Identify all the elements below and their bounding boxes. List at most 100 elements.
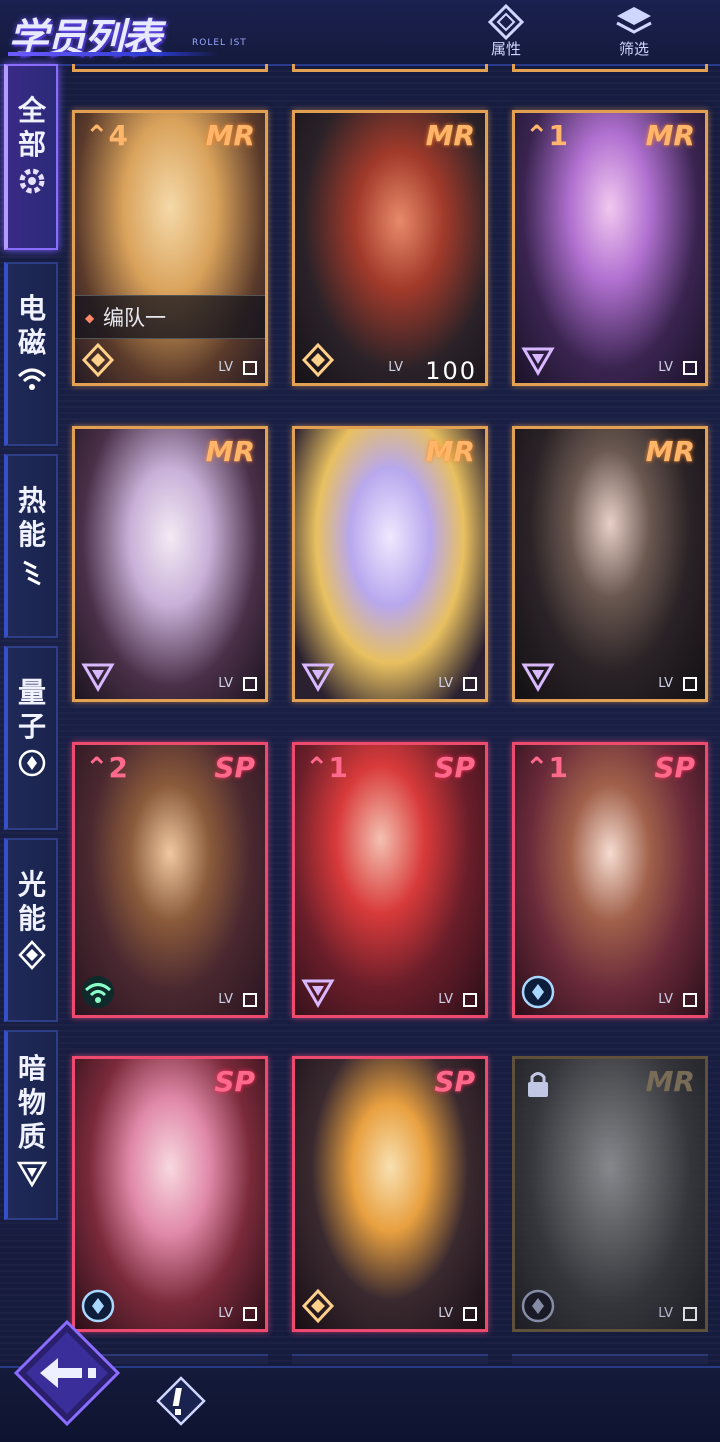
card-partial-top bbox=[72, 64, 268, 72]
select-checkbox[interactable] bbox=[683, 1307, 697, 1321]
level-label: LV bbox=[658, 1306, 673, 1321]
attributes-button[interactable]: 属性 bbox=[466, 0, 546, 64]
student-card[interactable]: MR LV bbox=[72, 426, 268, 702]
rarity-badge: SP bbox=[214, 751, 255, 784]
light-diamond-icon bbox=[81, 343, 115, 377]
rarity-badge: MR bbox=[645, 119, 695, 152]
wifi-icon bbox=[82, 976, 114, 1008]
select-checkbox[interactable] bbox=[463, 993, 477, 1007]
dark-triangle-icon bbox=[301, 663, 335, 692]
sidebar-tab-thermal[interactable]: 热能 bbox=[4, 454, 58, 638]
rarity-badge: MR bbox=[645, 435, 695, 468]
filter-label: 筛选 bbox=[618, 40, 649, 58]
sidebar-tab-light[interactable]: 光能 bbox=[4, 838, 58, 1022]
sidebar-tab-electromagnetic[interactable]: 电磁 bbox=[4, 262, 58, 446]
attributes-label: 属性 bbox=[490, 40, 521, 58]
student-card[interactable]: ⌃1 SP LV bbox=[512, 742, 708, 1018]
star-rank: ⌃1 bbox=[305, 751, 348, 784]
star-rank: ⌃2 bbox=[85, 751, 128, 784]
rarity-badge: MR bbox=[425, 119, 475, 152]
light-diamond-icon bbox=[18, 940, 46, 970]
level-value: 100 bbox=[425, 357, 477, 385]
quantum-icon bbox=[521, 975, 555, 1009]
attribute-sidebar: 全部 电磁 热能 量子 光能 暗物质 bbox=[0, 64, 66, 1364]
dark-triangle-icon bbox=[521, 663, 555, 692]
student-card[interactable]: MR LV bbox=[292, 426, 488, 702]
sidebar-tab-label: 光能 bbox=[17, 868, 46, 935]
title-underline bbox=[8, 52, 218, 56]
card-partial-bottom bbox=[512, 1354, 708, 1364]
select-checkbox[interactable] bbox=[243, 993, 257, 1007]
level-label: LV bbox=[218, 992, 233, 1007]
level-label: LV bbox=[388, 360, 403, 375]
dark-triangle-icon bbox=[301, 979, 335, 1008]
student-card[interactable]: ⌃2 SP LV bbox=[72, 742, 268, 1018]
quantum-icon bbox=[18, 749, 46, 777]
dark-triangle-icon bbox=[521, 347, 555, 376]
dark-triangle-icon bbox=[16, 1161, 48, 1188]
student-card[interactable]: ⌃1 SP LV bbox=[292, 742, 488, 1018]
select-checkbox[interactable] bbox=[243, 1307, 257, 1321]
student-card[interactable]: ⌃1 MR LV bbox=[512, 110, 708, 386]
select-checkbox[interactable] bbox=[683, 677, 697, 691]
level-label: LV bbox=[438, 992, 453, 1007]
star-rank: ⌃1 bbox=[525, 119, 568, 152]
sidebar-tab-label: 电磁 bbox=[17, 292, 46, 359]
rarity-badge: MR bbox=[205, 119, 255, 152]
wifi-icon bbox=[17, 368, 47, 390]
select-checkbox[interactable] bbox=[463, 677, 477, 691]
level-label: LV bbox=[218, 1306, 233, 1321]
lock-icon bbox=[528, 1072, 548, 1097]
page-subtitle: ROLEL IST bbox=[192, 38, 247, 48]
sidebar-tab-label: 热能 bbox=[17, 484, 46, 551]
rarity-badge: MR bbox=[425, 435, 475, 468]
select-checkbox[interactable] bbox=[683, 993, 697, 1007]
sidebar-tab-label: 量子 bbox=[17, 676, 46, 743]
student-card[interactable]: SP LV bbox=[292, 1056, 488, 1332]
quantum-icon bbox=[521, 1289, 555, 1323]
level-label: LV bbox=[438, 1306, 453, 1321]
sidebar-tab-label: 全部 bbox=[17, 94, 46, 161]
layers-icon bbox=[616, 7, 652, 34]
level-label: LV bbox=[218, 676, 233, 691]
back-button[interactable] bbox=[12, 1318, 122, 1428]
level-label: LV bbox=[438, 676, 453, 691]
header-bar: 学员列表 ROLEL IST 属性 筛选 bbox=[0, 0, 720, 66]
rarity-badge: SP bbox=[434, 1065, 475, 1098]
rarity-badge: SP bbox=[654, 751, 695, 784]
sidebar-tab-quantum[interactable]: 量子 bbox=[4, 646, 58, 830]
star-rank: ⌃4 bbox=[85, 119, 128, 152]
star-rank: ⌃1 bbox=[525, 751, 568, 784]
dark-triangle-icon bbox=[81, 663, 115, 692]
level-label: LV bbox=[658, 360, 673, 375]
light-diamond-icon bbox=[301, 343, 335, 377]
select-checkbox[interactable] bbox=[243, 677, 257, 691]
light-diamond-icon bbox=[301, 1289, 335, 1323]
select-checkbox[interactable] bbox=[463, 1307, 477, 1321]
notice-button[interactable] bbox=[156, 1376, 206, 1426]
rarity-badge: SP bbox=[214, 1065, 255, 1098]
attributes-icon bbox=[487, 4, 525, 40]
rarity-badge: MR bbox=[205, 435, 255, 468]
student-card-locked[interactable]: MR LV bbox=[512, 1056, 708, 1332]
all-gear-icon bbox=[19, 168, 45, 194]
student-grid[interactable]: ⌃4 MR 编队一 LV MR LV 100 ⌃1 MR LV MR LV MR… bbox=[66, 64, 720, 1364]
student-card[interactable]: MR LV bbox=[512, 426, 708, 702]
level-label: LV bbox=[658, 676, 673, 691]
card-partial-top bbox=[512, 64, 708, 72]
level-label: LV bbox=[218, 360, 233, 375]
sidebar-tab-label: 暗物质 bbox=[17, 1052, 46, 1153]
card-partial-bottom bbox=[292, 1354, 488, 1364]
filter-button[interactable]: 筛选 bbox=[594, 0, 674, 64]
student-card[interactable]: ⌃4 MR 编队一 LV bbox=[72, 110, 268, 386]
select-checkbox[interactable] bbox=[243, 361, 257, 375]
rarity-badge: MR bbox=[645, 1065, 695, 1098]
student-card[interactable]: SP LV bbox=[72, 1056, 268, 1332]
select-checkbox[interactable] bbox=[683, 361, 697, 375]
rarity-badge: SP bbox=[434, 751, 475, 784]
card-partial-top bbox=[292, 64, 488, 72]
sidebar-tab-all[interactable]: 全部 bbox=[4, 64, 58, 250]
team-label: 编队一 bbox=[75, 295, 265, 340]
sidebar-tab-dark-matter[interactable]: 暗物质 bbox=[4, 1030, 58, 1220]
student-card[interactable]: MR LV 100 bbox=[292, 110, 488, 386]
